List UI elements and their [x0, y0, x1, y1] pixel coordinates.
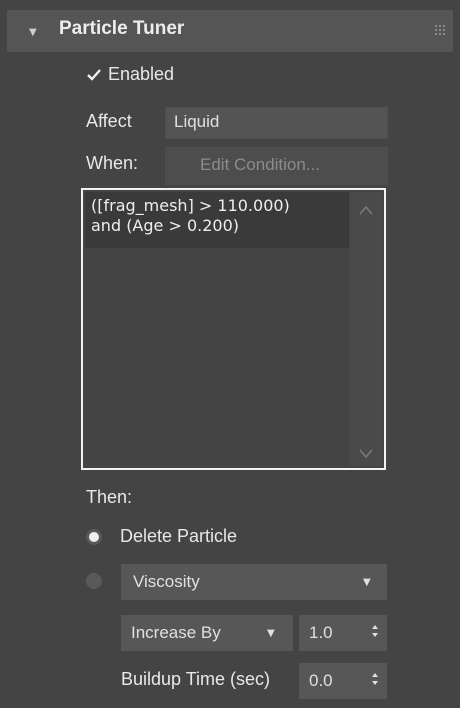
then-label: Then: [86, 487, 133, 507]
checkmark-icon [87, 69, 101, 81]
buildup-time-label: Buildup Time (sec) [121, 669, 271, 689]
rollout-header[interactable]: ▼ Particle Tuner [7, 10, 453, 52]
buildup-time-value: 0.0 [309, 671, 333, 690]
operation-value: Increase By [131, 623, 221, 642]
condition-textbox[interactable]: ([frag_mesh] > 110.000) and (Age > 0.200… [81, 188, 386, 470]
drag-grip-icon[interactable] [435, 25, 445, 35]
property-dropdown[interactable]: Viscosity ▼ [121, 564, 387, 600]
dropdown-arrow-icon: ▼ [363, 577, 371, 588]
scroll-up-arrow-icon[interactable] [358, 204, 374, 216]
affect-value: Liquid [174, 112, 220, 131]
collapse-arrow-icon[interactable]: ▼ [29, 27, 37, 38]
condition-scrollbar[interactable] [350, 192, 382, 466]
rollout-title: Particle Tuner [59, 18, 185, 39]
edit-condition-button[interactable]: Edit Condition... [165, 147, 388, 185]
scroll-down-arrow-icon[interactable] [358, 448, 374, 460]
condition-line-2: and (Age > 0.200) [91, 216, 239, 235]
when-label: When: [86, 153, 139, 173]
affect-field[interactable]: Liquid [165, 107, 388, 139]
dropdown-arrow-icon: ▼ [267, 628, 275, 639]
enabled-checkbox[interactable] [86, 67, 102, 83]
radio-selected-dot [89, 532, 99, 542]
amount-spinner[interactable]: 1.0 [299, 615, 387, 651]
spinner-arrows-icon[interactable] [371, 671, 379, 687]
edit-condition-label: Edit Condition... [200, 155, 321, 174]
property-value: Viscosity [133, 572, 200, 591]
enabled-label[interactable]: Enabled [108, 64, 174, 85]
property-radio[interactable] [86, 573, 102, 589]
spinner-arrows-icon[interactable] [371, 623, 379, 639]
condition-line-1: ([frag_mesh] > 110.000) [91, 196, 290, 215]
affect-label: Affect [86, 111, 132, 131]
particle-tuner-panel: ▼ Particle Tuner Enabled Affect Liquid W… [0, 0, 460, 708]
delete-particle-radio[interactable] [86, 529, 102, 545]
buildup-time-spinner[interactable]: 0.0 [299, 663, 387, 699]
delete-particle-label[interactable]: Delete Particle [120, 526, 237, 547]
operation-dropdown[interactable]: Increase By ▼ [121, 615, 293, 651]
amount-value: 1.0 [309, 623, 333, 642]
